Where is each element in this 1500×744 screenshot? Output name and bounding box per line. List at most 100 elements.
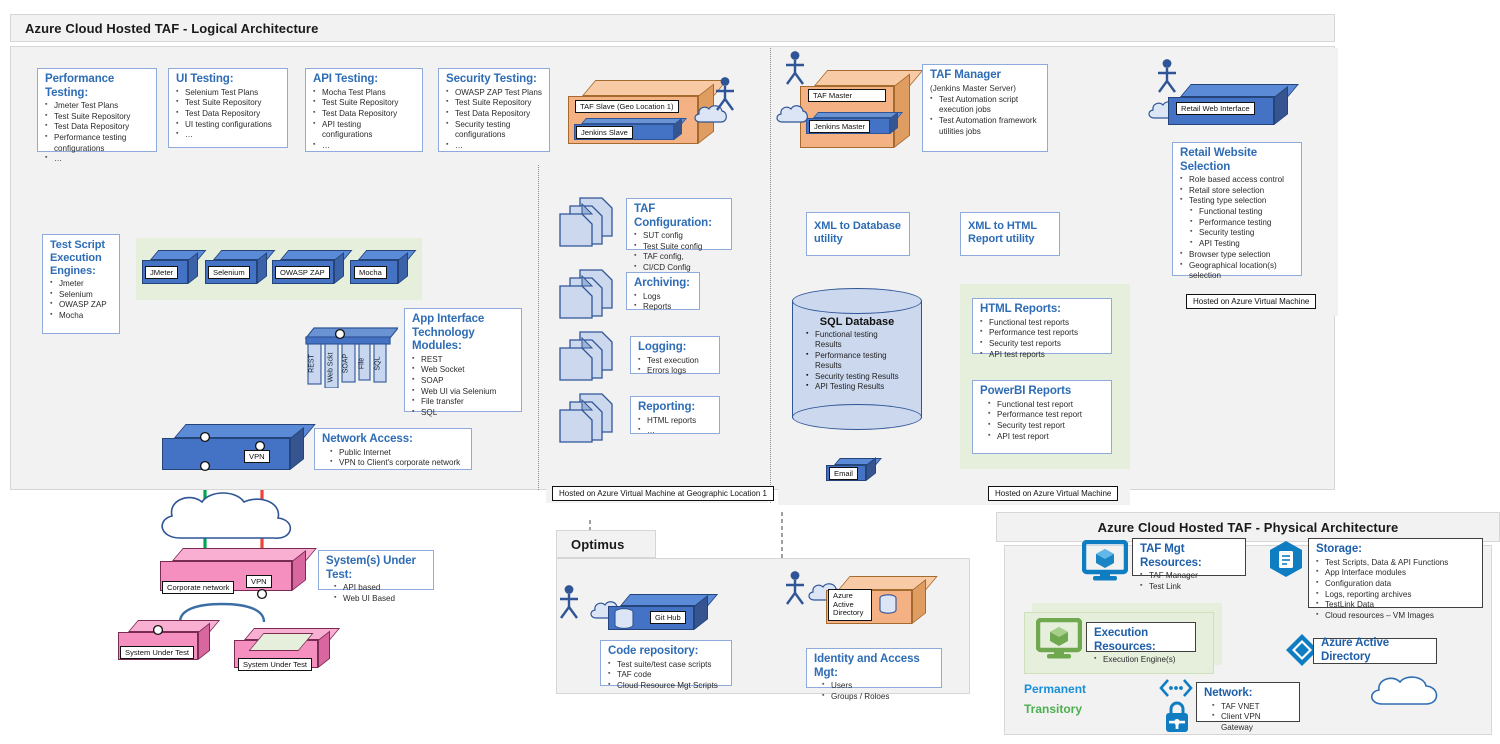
card-title: TAF Manager xyxy=(930,69,1001,81)
card-list: Functional test report Performance test … xyxy=(980,399,1105,443)
logical-title-text: Azure Cloud Hosted TAF - Logical Archite… xyxy=(25,20,319,36)
card-list: Test Scripts, Data & API Functions App I… xyxy=(1316,557,1476,622)
card-xml-to-html-report-utility[interactable]: XML to HTML Report utility xyxy=(960,212,1060,256)
card-taf-configuration[interactable]: TAF Configuration: SUT config Test Suite… xyxy=(626,198,732,272)
sut-box-1[interactable]: System Under Test xyxy=(118,620,221,668)
card-taf-manager[interactable]: TAF Manager (Jenkins Master Server) Test… xyxy=(922,64,1048,152)
geo-location-region-divider xyxy=(538,165,539,490)
card-sublist: Functional testing Performance testing S… xyxy=(1180,206,1295,250)
engine-box-mocha[interactable]: Mocha xyxy=(350,250,417,292)
card-list: SUT config Test Suite config TAF config,… xyxy=(634,230,725,274)
aad-tag: Azure Active Directory xyxy=(828,589,872,622)
card-title: Execution Resources: xyxy=(1094,627,1156,653)
card-title: HTML Reports: xyxy=(980,303,1061,315)
card-network[interactable]: Network: TAF VNET Client VPN Gateway xyxy=(1196,682,1300,732)
host-label-vm-right: Hosted on Azure Virtual Machine xyxy=(1186,294,1317,309)
card-list: Selenium Test Plans Test Suite Repositor… xyxy=(176,87,281,141)
sql-database-cylinder[interactable]: SQL Database Functional testing Results … xyxy=(792,288,922,434)
engine-box-jmeter[interactable]: JMeter xyxy=(142,250,207,292)
network-vpn-tag: VPN xyxy=(244,450,270,464)
sut-gateway-box[interactable]: Corporate network VPN xyxy=(160,548,317,600)
card-taf-mgt-resources[interactable]: TAF Mgt Resources: TAF Manager Test Link xyxy=(1132,538,1246,591)
card-test-script-execution-engines[interactable]: Test Script Execution Engines: Jmeter Se… xyxy=(42,234,120,334)
internet-cloud xyxy=(150,490,302,548)
physical-title-text: Azure Cloud Hosted TAF - Physical Archit… xyxy=(1097,519,1399,535)
network-connector-icon xyxy=(1158,678,1194,698)
optimus-title-text: Optimus xyxy=(571,536,625,552)
card-reporting[interactable]: Reporting: HTML reports … xyxy=(630,396,720,437)
app-interface-hub[interactable]: REST Web Sckt SOAP File SQL xyxy=(300,322,400,389)
card-security-testing[interactable]: Security Testing: OWASP ZAP Test Plans T… xyxy=(438,68,550,152)
card-subtitle: (Jenkins Master Server) xyxy=(930,83,1016,93)
storage-icon xyxy=(1268,540,1304,578)
jenkins-master-inner-box[interactable]: Jenkins Master xyxy=(806,111,904,134)
card-logging[interactable]: Logging: Test execution Errors logs xyxy=(630,336,720,377)
card-storage[interactable]: Storage: Test Scripts, Data & API Functi… xyxy=(1308,538,1483,620)
optimus-code-actor-icon xyxy=(556,584,582,620)
hub-tab-soap: SOAP xyxy=(342,353,350,374)
card-systems-under-test[interactable]: System(s) Under Test: API based Web UI B… xyxy=(318,550,434,603)
card-retail-website-selection[interactable]: Retail Website Selection Role based acce… xyxy=(1172,142,1302,280)
github-box[interactable]: Git Hub xyxy=(608,594,719,638)
taf-master-box[interactable]: TAF Master Jenkins Master xyxy=(800,70,924,154)
card-archiving[interactable]: Archiving: Logs Reports xyxy=(626,272,700,313)
engine-box-owasp-zap[interactable]: OWASP ZAP xyxy=(272,250,353,292)
card-list: API based Web UI Based xyxy=(326,582,427,604)
card-network-access[interactable]: Network Access: Public Internet VPN to C… xyxy=(314,428,472,470)
azure-active-directory-box[interactable]: Azure Active Directory xyxy=(826,576,938,632)
card-xml-to-database-utility[interactable]: XML to Database utility xyxy=(806,212,910,256)
card-ui-testing[interactable]: UI Testing: Selenium Test Plans Test Sui… xyxy=(168,68,288,148)
docs-reporting xyxy=(558,392,620,444)
card-list: Logs Reports xyxy=(634,291,693,313)
corporate-network-tag: Corporate network xyxy=(162,581,235,595)
aad-db-icon xyxy=(879,594,897,614)
cylinder-bottom-cap xyxy=(792,404,922,430)
card-performance-testing[interactable]: Performance Testing: Jmeter Test Plans T… xyxy=(37,68,157,163)
card-title: Identity and Access Mgt: xyxy=(814,653,920,679)
sut-box-1-tag: System Under Test xyxy=(120,646,195,660)
card-api-testing[interactable]: API Testing: Mocha Test Plans Test Suite… xyxy=(305,68,423,152)
sut-box-1-port xyxy=(152,624,164,636)
card-title: UI Testing: xyxy=(176,73,234,85)
sql-database-title: SQL Database xyxy=(819,316,895,328)
sut-box-2[interactable]: System Under Test xyxy=(234,628,341,676)
card-azure-active-directory[interactable]: Azure Active Directory xyxy=(1313,637,1437,664)
taf-slave-actor-icon xyxy=(712,76,738,112)
sut-box-2-tag: System Under Test xyxy=(238,658,313,672)
docs-taf-configuration xyxy=(558,196,620,248)
card-list: Functional test reports Performance test… xyxy=(980,317,1105,361)
retail-web-interface-box[interactable]: Retail Web Interface xyxy=(1168,84,1299,134)
card-app-interface-technology-modules[interactable]: App Interface Technology Modules: REST W… xyxy=(404,308,522,417)
card-identity-and-access-mgt[interactable]: Identity and Access Mgt: Users Groups / … xyxy=(806,648,942,701)
card-title: Network Access: xyxy=(322,433,413,445)
card-title: Retail Website Selection xyxy=(1180,147,1257,173)
card-powerbi-reports[interactable]: PowerBI Reports Functional test report P… xyxy=(972,380,1112,454)
execution-monitor-icon xyxy=(1035,617,1083,660)
card-list: TAF VNET Client VPN Gateway xyxy=(1204,701,1293,734)
network-lock-icon xyxy=(1162,700,1192,734)
card-code-repository[interactable]: Code repository: Test suite/test case sc… xyxy=(600,640,732,690)
email-box[interactable]: Email xyxy=(826,457,882,484)
logical-architecture-title: Azure Cloud Hosted TAF - Logical Archite… xyxy=(10,14,1335,42)
github-db-icon xyxy=(614,608,634,629)
card-list: Jmeter Test Plans Test Suite Repository … xyxy=(45,100,150,165)
network-access-box[interactable]: VPN xyxy=(162,424,316,478)
card-title: Reporting: xyxy=(638,401,696,413)
hub-tab-rest: REST xyxy=(308,354,316,373)
engine-box-selenium[interactable]: Selenium xyxy=(205,250,276,292)
card-list: Mocha Test Plans Test Suite Repository T… xyxy=(313,87,416,152)
card-title: Network: xyxy=(1204,687,1253,699)
jenkins-slave-inner-box[interactable]: Jenkins Slave xyxy=(574,117,688,140)
card-title: PowerBI Reports xyxy=(980,385,1072,397)
card-execution-resources[interactable]: Execution Resources: Execution Engine(s) xyxy=(1086,622,1196,664)
card-list: HTML reports … xyxy=(638,415,713,437)
card-list: Test execution Errors logs xyxy=(638,355,713,377)
card-title: Test Script Execution Engines: xyxy=(50,239,105,277)
card-html-reports[interactable]: HTML Reports: Functional test reports Pe… xyxy=(972,298,1112,359)
card-title: Storage: xyxy=(1316,543,1362,555)
card-list: REST Web Socket SOAP Web UI via Selenium… xyxy=(412,354,515,419)
host-label-geo1: Hosted on Azure Virtual Machine at Geogr… xyxy=(552,486,774,501)
card-title: Performance Testing: xyxy=(45,73,115,99)
sql-database-content: SQL Database Functional testing Results … xyxy=(792,316,922,392)
jenkins-slave-tag: Jenkins Slave xyxy=(576,126,633,140)
